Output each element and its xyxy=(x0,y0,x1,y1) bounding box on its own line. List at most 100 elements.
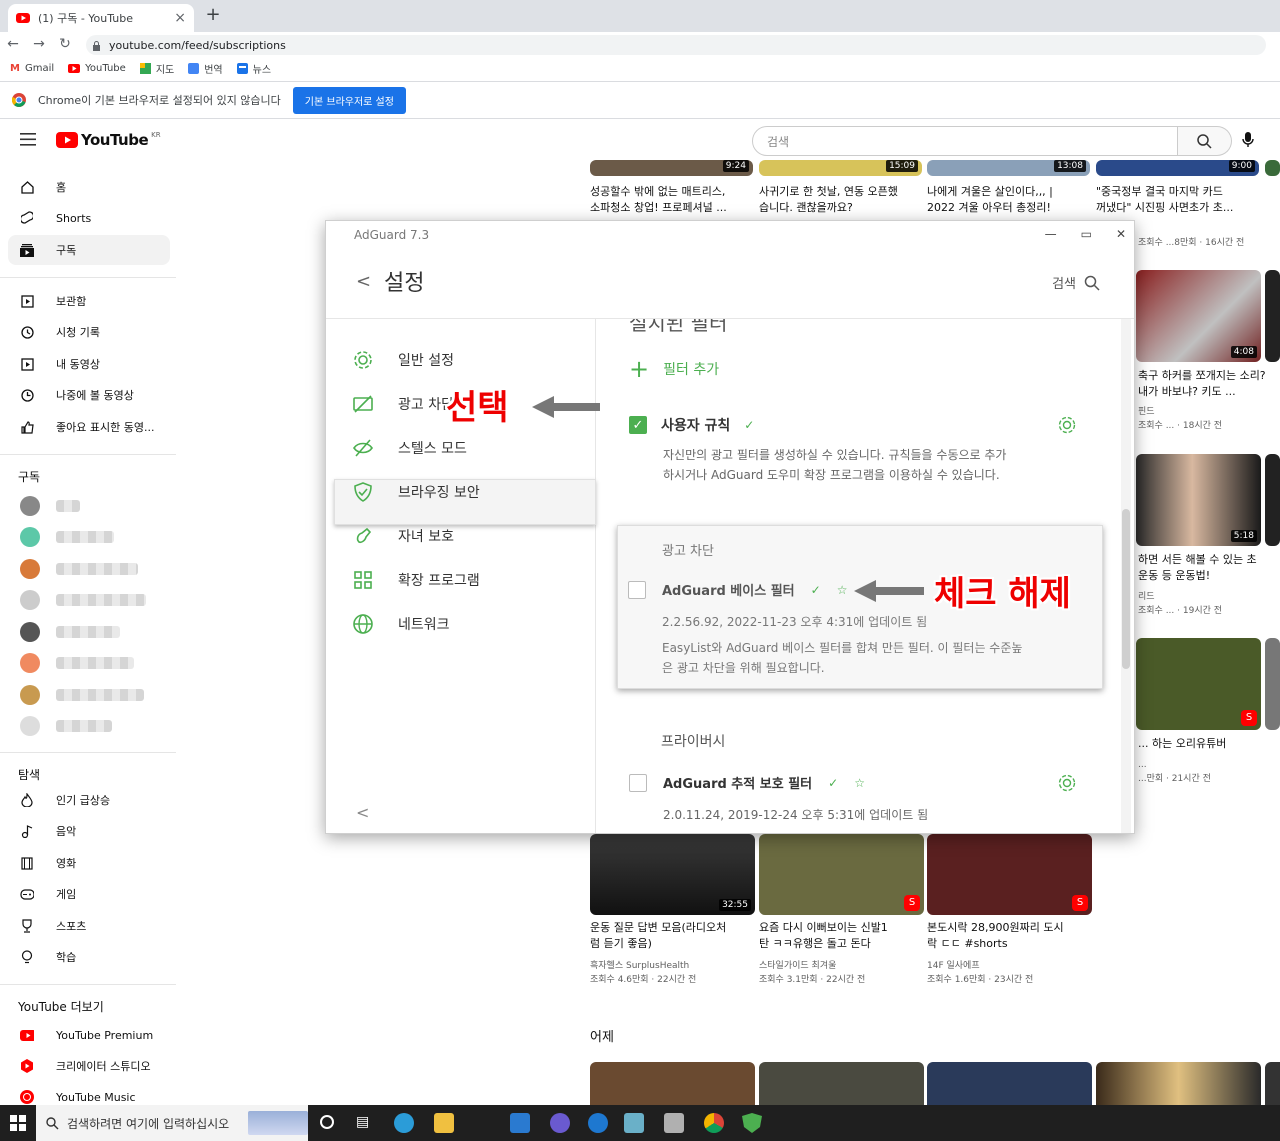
video-title[interactable]: 성공할수 밖에 없는 매트리스, 소파청소 창업! 프로페셔널 ... xyxy=(590,184,755,216)
set-default-browser-button[interactable]: 기본 브라우저로 설정 xyxy=(292,86,406,114)
youtube-logo[interactable]: YouTube KR xyxy=(56,131,161,149)
channel-name-blurred[interactable] xyxy=(56,689,144,701)
channel-name[interactable]: 14F 일사에프 xyxy=(927,959,1092,973)
video-title[interactable]: 축구 하커를 쪼개지는 소리? 내가 바보냐? 키도 ... xyxy=(1138,368,1266,400)
channel-name[interactable]: 흑자헬스 SurplusHealth xyxy=(590,959,755,973)
reload-icon[interactable]: ↻ xyxy=(52,36,78,52)
base-filter-label[interactable]: AdGuard 베이스 필터 xyxy=(662,580,795,599)
channel-name[interactable]: 스타일가이드 최겨울 xyxy=(759,959,924,973)
nav-item-network[interactable]: 네트워크 xyxy=(352,613,450,635)
user-rules-checkbox[interactable]: ✓ xyxy=(629,416,647,434)
sidebar-item-watch-later[interactable]: 나중에 볼 동영상 xyxy=(8,380,170,410)
video-title[interactable]: 사귀기로 한 첫날, 연동 오픈했 습니다. 괜찮을까요? xyxy=(759,184,924,216)
channel-avatar[interactable] xyxy=(20,653,40,673)
sidebar-item-subscriptions[interactable]: 구독 xyxy=(8,235,170,265)
channel-avatar[interactable] xyxy=(20,527,40,547)
nav-item-stealth-mode[interactable]: 스텔스 모드 xyxy=(352,437,467,459)
video-thumbnail[interactable]: 32:55 xyxy=(590,834,755,915)
taskbar-search-input[interactable]: 검색하려면 여기에 입력하십시오 xyxy=(36,1105,308,1141)
base-filter-checkbox[interactable] xyxy=(628,580,646,599)
back-chevron-icon[interactable]: < xyxy=(356,271,371,292)
file-explorer-icon[interactable] xyxy=(434,1113,454,1133)
video-thumbnail[interactable] xyxy=(590,1062,755,1105)
minimize-icon[interactable]: — xyxy=(1045,227,1057,241)
bookmark-maps[interactable]: 지도 xyxy=(139,61,174,76)
channel-avatar[interactable] xyxy=(20,716,40,736)
video-title[interactable]: 하면 서든 해볼 수 있는 초 운동 등 운동법! xyxy=(1138,552,1266,584)
sidebar-item-liked-videos[interactable]: 좋아요 표시한 동영... xyxy=(8,412,170,442)
microphone-icon[interactable] xyxy=(1242,132,1254,148)
windows-start-icon[interactable] xyxy=(10,1115,26,1131)
bookmark-youtube[interactable]: YouTube xyxy=(68,63,126,74)
forward-arrow-icon[interactable]: → xyxy=(26,36,52,52)
youtube-search-input[interactable]: 검색 xyxy=(752,126,1178,156)
video-title[interactable]: 운동 질문 답변 모음(라디오처 럼 듣기 좋음) xyxy=(590,920,755,952)
video-thumbnail[interactable] xyxy=(927,1062,1092,1105)
mail-icon[interactable] xyxy=(510,1113,530,1133)
scrollbar-thumb[interactable] xyxy=(1122,509,1130,669)
nav-item-parental-control[interactable]: 자녀 보호 xyxy=(352,525,454,547)
nav-item-extensions[interactable]: 확장 프로그램 xyxy=(352,569,480,591)
nav-item-general-settings[interactable]: 일반 설정 xyxy=(352,349,454,371)
video-thumbnail[interactable]: 15:09 xyxy=(759,160,922,176)
discord-icon[interactable] xyxy=(550,1113,570,1133)
video-thumbnail[interactable]: 4:08 xyxy=(1136,270,1261,362)
video-title[interactable]: 요즘 다시 이뻐보이는 신발1 탄 ㅋㅋ유행은 돌고 돈다 xyxy=(759,920,924,952)
sidebar-item-learning[interactable]: 학습 xyxy=(8,942,170,972)
video-title[interactable]: "중국정부 결국 마지막 카드 꺼냈다" 시진핑 사면초가 초... xyxy=(1096,184,1261,216)
video-thumbnail[interactable]: S xyxy=(1136,638,1261,730)
collapse-chevron-icon[interactable]: < xyxy=(356,803,369,822)
bookmark-translate[interactable]: 번역 xyxy=(188,61,223,76)
sidebar-item-creator-studio[interactable]: 크리에이터 스튜디오 xyxy=(8,1051,170,1081)
video-thumbnail[interactable] xyxy=(1265,1062,1280,1105)
sidebar-item-sports[interactable]: 스포츠 xyxy=(8,911,170,941)
sidebar-item-history[interactable]: 시청 기록 xyxy=(8,317,170,347)
channel-name-blurred[interactable] xyxy=(56,657,134,669)
star-icon[interactable]: ☆ xyxy=(837,583,848,597)
video-thumbnail[interactable]: 9:24 xyxy=(590,160,753,176)
user-rules-gear-icon[interactable] xyxy=(1057,415,1077,435)
nav-item-ad-blocking[interactable]: 광고 차단 xyxy=(352,393,454,415)
sidebar-item-trending[interactable]: 인기 급상승 xyxy=(8,785,170,815)
star-icon[interactable]: ☆ xyxy=(854,776,865,790)
video-thumbnail[interactable]: S xyxy=(759,834,924,915)
video-title[interactable]: 나에게 겨울은 살인이다,,, | 2022 겨울 아우터 총정리! xyxy=(927,184,1092,216)
sidebar-item-my-videos[interactable]: 내 동영상 xyxy=(8,349,170,379)
video-thumbnail[interactable]: S xyxy=(927,834,1092,915)
user-rules-label[interactable]: 사용자 규칙 xyxy=(661,415,730,435)
edge-icon[interactable] xyxy=(394,1113,414,1133)
video-thumbnail[interactable] xyxy=(1265,160,1280,176)
video-thumbnail[interactable] xyxy=(1265,454,1280,546)
channel-avatar[interactable] xyxy=(20,685,40,705)
video-thumbnail[interactable] xyxy=(1096,1062,1261,1105)
channel-avatar[interactable] xyxy=(20,559,40,579)
app-icon[interactable] xyxy=(664,1113,684,1133)
video-thumbnail[interactable]: 9:00 xyxy=(1096,160,1259,176)
sidebar-item-movies[interactable]: 영화 xyxy=(8,848,170,878)
video-thumbnail[interactable] xyxy=(1265,638,1280,730)
channel-name-blurred[interactable] xyxy=(56,626,120,638)
sidebar-item-music[interactable]: 음악 xyxy=(8,816,170,846)
video-title[interactable]: 본도시락 28,900원짜리 도시 락 ㄷㄷ #shorts xyxy=(927,920,1092,952)
sidebar-item-youtube-premium[interactable]: YouTube Premium xyxy=(8,1020,170,1050)
sidebar-item-gaming[interactable]: 게임 xyxy=(8,879,170,909)
channel-avatar[interactable] xyxy=(20,622,40,642)
sidebar-item-home[interactable]: 홈 xyxy=(8,172,170,202)
teamviewer-icon[interactable] xyxy=(588,1113,608,1133)
scrollbar-track[interactable] xyxy=(1121,319,1131,833)
nav-item-browsing-security[interactable]: 브라우징 보안 xyxy=(352,481,480,503)
add-filter-button[interactable]: + 필터 추가 xyxy=(629,357,719,381)
video-title[interactable]: ... 하는 오리유튜버 xyxy=(1138,736,1266,752)
bookmark-news[interactable]: 뉴스 xyxy=(236,61,271,76)
video-thumbnail[interactable]: 13:08 xyxy=(927,160,1090,176)
channel-name-blurred[interactable] xyxy=(56,563,138,575)
tracking-filter-checkbox[interactable] xyxy=(629,773,647,792)
channel-avatar[interactable] xyxy=(20,590,40,610)
tracking-filter-gear-icon[interactable] xyxy=(1057,773,1077,793)
chrome-taskbar-icon[interactable] xyxy=(704,1113,724,1133)
sidebar-item-library[interactable]: 보관함 xyxy=(8,286,170,316)
task-view-icon[interactable]: ▤ xyxy=(356,1114,369,1130)
video-thumbnail[interactable] xyxy=(759,1062,924,1105)
channel-name-blurred[interactable] xyxy=(56,531,114,543)
close-icon[interactable]: ✕ xyxy=(1116,227,1126,241)
